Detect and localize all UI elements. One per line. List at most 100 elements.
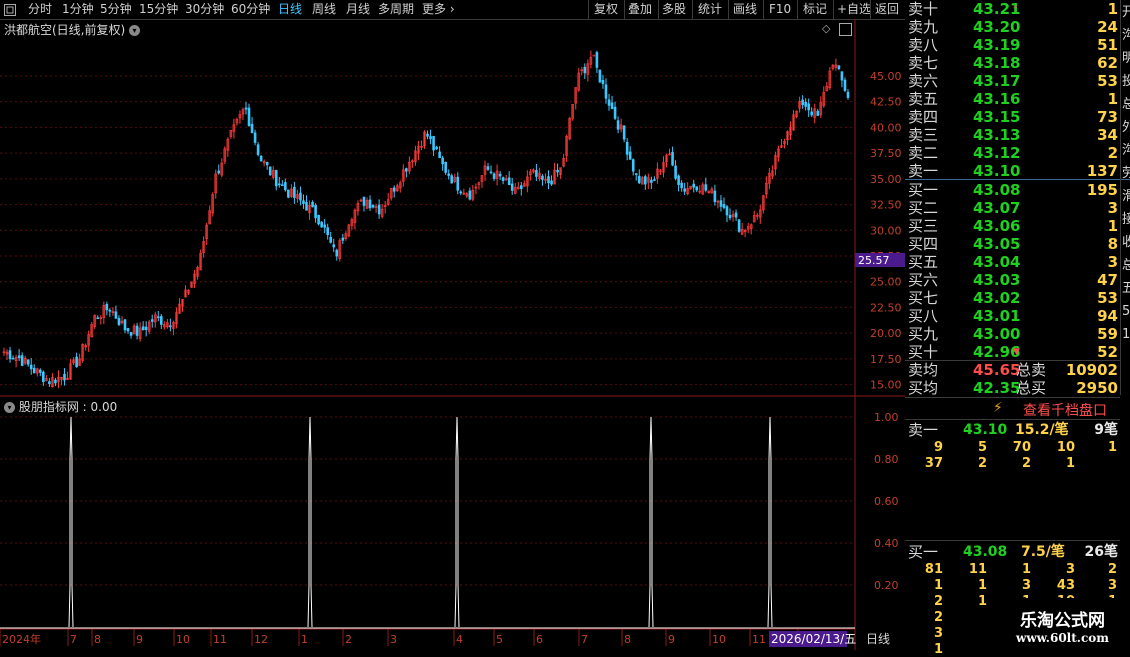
ask-level-row[interactable]: 卖八 43.19 51 [905,36,1120,54]
indicator-tick-label: 0.80 [874,453,899,466]
candle-body [489,171,493,174]
candle-body [281,184,284,186]
indicator-spike [648,416,654,628]
ask-level-row[interactable]: 卖十 43.21 1 * [905,0,1120,18]
ask-level-row[interactable]: 卖六 43.17 53 [905,72,1120,90]
ask-level-row[interactable]: 卖五 43.16 1 [905,90,1120,108]
ask-level-flag-icon: * [1013,4,1018,14]
bid-level-flag-icon: ▼ [1013,347,1020,357]
ask-level-price: 43.13 [973,126,1021,144]
candle-body [598,69,602,83]
candle-body [323,224,326,228]
candle-body [117,318,121,325]
time-tick-label: 7 [70,633,77,646]
strip-divider [1120,0,1121,395]
candle-body [302,200,305,204]
side-strip-char: 收 [1122,235,1130,250]
price-tick-label: 17.50 [870,353,902,366]
ask-level-row[interactable]: 卖二 43.12 2 [905,144,1120,162]
candle-body [459,191,463,194]
time-tick-label: 3 [390,633,397,646]
candle-body [156,316,160,319]
ask-level-label: 卖十 [908,0,939,18]
ask-level-label: 卖四 [908,108,939,126]
queue-order-size: 1 [977,594,987,609]
ask-level-volume: 73 [1097,108,1118,126]
candle-body [492,173,496,179]
candle-body [253,132,257,143]
bid-level-row[interactable]: 买十 42.96 52 ▼ [905,343,1120,361]
candle-body [250,123,254,133]
bid-level-price: 43.00 [973,325,1021,343]
bid-level-row[interactable]: 买九 43.00 59 [905,325,1120,343]
candle-body [114,311,118,319]
candle-body [541,175,544,180]
candle-body [17,355,21,359]
ask-level-label: 卖七 [908,54,939,72]
candle-body [160,316,163,325]
candle-body [456,176,460,191]
candle-body [804,101,807,107]
candle-body [816,110,820,116]
divider [905,540,1120,541]
candle-body [692,183,696,188]
candle-body [435,146,438,150]
candle-body [840,71,844,81]
kline-chart[interactable]: 45.0042.5040.0037.5035.0032.5030.0027.50… [0,0,905,650]
candle-body [728,214,732,219]
depth-book-button[interactable]: 查看千档盘口 [1023,400,1107,420]
ask-level-row[interactable]: 卖一 43.10 137 [905,162,1120,180]
candle-body [320,221,323,228]
candle-body [20,355,24,366]
candle-body [634,173,638,175]
bid-level-row[interactable]: 买五 43.04 3 [905,253,1120,271]
candle-body [42,371,45,382]
bid-level-row[interactable]: 买三 43.06 1 [905,217,1120,235]
candle-body [429,136,432,140]
watermark-logo: 乐淘公式网 www.60lt.com [995,598,1130,648]
bid1-detail-row: 买一 43.08 7.5/笔 26笔 [905,543,1120,561]
ask-level-label: 卖三 [908,126,939,144]
candle-body [150,319,154,322]
queue-order-size: 1 [977,578,987,593]
side-strip-char: 滑 [1122,189,1130,204]
bid1-order-count: 26笔 [1084,544,1118,560]
queue-order-size: 81 [924,562,943,577]
bid-level-row[interactable]: 买一 43.08 195 [905,181,1120,199]
ask1-order-count: 9笔 [1094,422,1118,438]
ask-level-row[interactable]: 卖九 43.20 24 [905,18,1120,36]
time-axis: 2024年789101112123456789101112 [0,629,814,646]
candle-body [501,177,505,181]
bid-level-row[interactable]: 买二 43.07 3 [905,199,1120,217]
ask-level-row[interactable]: 卖四 43.15 73 [905,108,1120,126]
indicator-spike [454,416,460,628]
indicator-tick-label: 0.20 [874,579,899,592]
ask-level-row[interactable]: 卖七 43.18 62 [905,54,1120,72]
bid1-label: 买一 [908,543,939,561]
time-tick-label: 7 [581,633,588,646]
side-strip-char: 接 [1122,212,1130,227]
bid-level-row[interactable]: 买六 43.03 47 [905,271,1120,289]
candle-body [277,183,281,186]
bid-level-volume: 8 [1107,235,1118,253]
candle-body [362,196,366,206]
divider [905,397,1120,398]
bid-level-price: 43.02 [973,289,1021,307]
candle-body [256,144,260,155]
candle-body [169,325,172,328]
side-strip-char: 5 [1122,304,1130,319]
ask-level-row[interactable]: 卖三 43.13 34 [905,126,1120,144]
bid-level-row[interactable]: 买八 43.01 94 [905,307,1120,325]
bid-level-row[interactable]: 买四 43.05 8 [905,235,1120,253]
queue-order-size: 1 [1065,456,1075,471]
ask-level-price: 43.12 [973,144,1021,162]
candle-body [26,359,30,365]
price-tick-label: 37.50 [870,147,902,160]
price-tick-label: 30.00 [870,224,902,237]
bid-level-volume: 195 [1086,181,1118,199]
bid-level-row[interactable]: 买七 43.02 53 [905,289,1120,307]
bid-level-volume: 52 [1097,343,1118,361]
candle-body [468,190,472,200]
candle-body [299,192,302,201]
candle-body [801,99,804,106]
